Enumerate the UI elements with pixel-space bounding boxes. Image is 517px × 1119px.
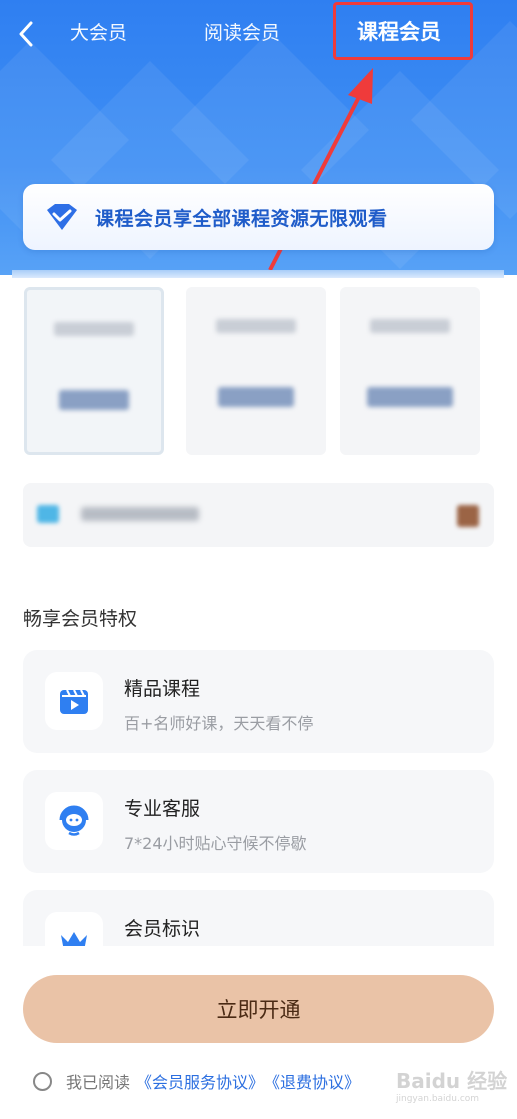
activate-button[interactable]: 立即开通 (23, 975, 494, 1043)
plan-card-1[interactable] (24, 287, 164, 455)
privilege-card: 专业客服 7*24小时贴心守候不停歇 (23, 770, 494, 873)
back-button[interactable] (10, 14, 42, 54)
plan-price-blurred (367, 387, 453, 407)
privilege-title: 专业客服 (124, 798, 201, 820)
plan-price-blurred (59, 390, 129, 410)
refund-agreement-link[interactable]: 《退费协议》 (264, 1069, 360, 1093)
customer-service-icon (59, 805, 89, 836)
diamond-badge-icon (47, 204, 77, 230)
coupon-row[interactable] (23, 483, 494, 547)
agreement-prefix: 我已阅读 (66, 1073, 131, 1092)
privilege-card: 精品课程 百+名师好课，天天看不停 (23, 650, 494, 753)
plan-name-blurred (216, 319, 296, 333)
watermark-sub: jingyan.baidu.com (396, 1094, 480, 1104)
plan-card-3[interactable] (340, 287, 480, 455)
plan-name-blurred (370, 319, 450, 333)
benefit-banner: 课程会员享全部课程资源无限观看 (23, 184, 494, 250)
coupon-arrow-icon (457, 505, 479, 527)
annotation-highlight-box (333, 2, 473, 60)
baidu-jingyan-watermark: Baidu 经验 jingyan.baidu.com (396, 1065, 514, 1115)
plan-name-blurred (54, 322, 134, 336)
plan-card-2[interactable] (186, 287, 326, 455)
agreement-row: 我已阅读 《会员服务协议》 《退费协议》 (33, 1068, 360, 1094)
coupon-text-blurred (81, 507, 199, 521)
coupon-icon (37, 505, 59, 523)
privilege-desc: 百+名师好课，天天看不停 (124, 714, 314, 733)
tab-big-member[interactable]: 大会员 (70, 18, 127, 45)
privilege-icon-wrap (45, 672, 103, 730)
tab-reading-member[interactable]: 阅读会员 (204, 18, 280, 45)
privilege-icon-wrap (45, 792, 103, 850)
privilege-title: 会员标识 (124, 918, 201, 940)
video-course-icon (60, 689, 88, 714)
plan-price-blurred (218, 387, 294, 407)
privilege-title: 精品课程 (124, 678, 201, 700)
agree-radio[interactable] (33, 1071, 52, 1091)
watermark-text: Baidu 经验 (396, 1069, 508, 1093)
chevron-left-icon (19, 21, 33, 47)
member-service-agreement-link[interactable]: 《会员服务协议》 (136, 1069, 264, 1093)
header-bottom-strip (12, 270, 504, 278)
banner-text: 课程会员享全部课程资源无限观看 (95, 207, 388, 230)
privilege-desc: 7*24小时贴心守候不停歇 (124, 834, 307, 853)
privileges-title: 畅享会员特权 (23, 608, 138, 630)
